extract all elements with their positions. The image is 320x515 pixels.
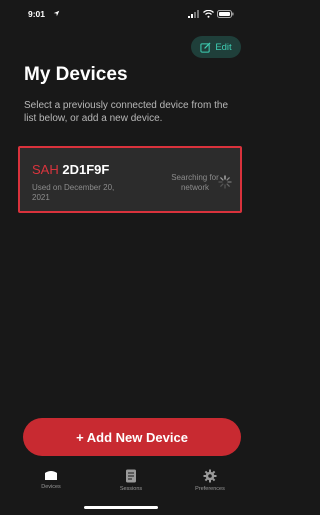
- add-new-device-button[interactable]: + Add New Device: [23, 418, 241, 456]
- location-arrow-icon: [53, 10, 60, 17]
- tab-sessions-label: Sessions: [119, 486, 143, 492]
- battery-icon: [217, 10, 234, 18]
- gear-icon: [203, 469, 217, 483]
- edit-button[interactable]: Edit: [191, 36, 241, 58]
- wifi-icon: [203, 10, 214, 18]
- device-prefix: SAH: [32, 162, 59, 177]
- tab-devices[interactable]: Devices: [21, 469, 81, 490]
- home-indicator: [84, 506, 158, 509]
- device-last-used: Used on December 20, 2021: [32, 183, 115, 202]
- device-card[interactable]: SAH 2D1F9F Used on December 20, 2021 Sea…: [18, 146, 242, 213]
- signal-icon: [188, 10, 199, 18]
- edit-label: Edit: [215, 41, 232, 53]
- document-icon: [126, 469, 136, 483]
- status-time: 9:01: [28, 9, 46, 19]
- device-icon: [45, 471, 57, 480]
- page-subtitle: Select a previously connected device fro…: [24, 100, 228, 124]
- tab-preferences[interactable]: Preferences: [180, 469, 240, 492]
- loading-spinner-icon: [218, 175, 232, 189]
- tab-devices-label: Devices: [41, 484, 61, 490]
- edit-icon: [200, 41, 211, 53]
- device-id: 2D1F9F: [62, 162, 110, 177]
- page-title: My Devices: [24, 64, 128, 85]
- tab-preferences-label: Preferences: [195, 486, 225, 492]
- tab-sessions[interactable]: Sessions: [101, 469, 161, 492]
- status-bar: 9:01: [0, 0, 242, 28]
- device-name: SAH 2D1F9F: [32, 162, 109, 177]
